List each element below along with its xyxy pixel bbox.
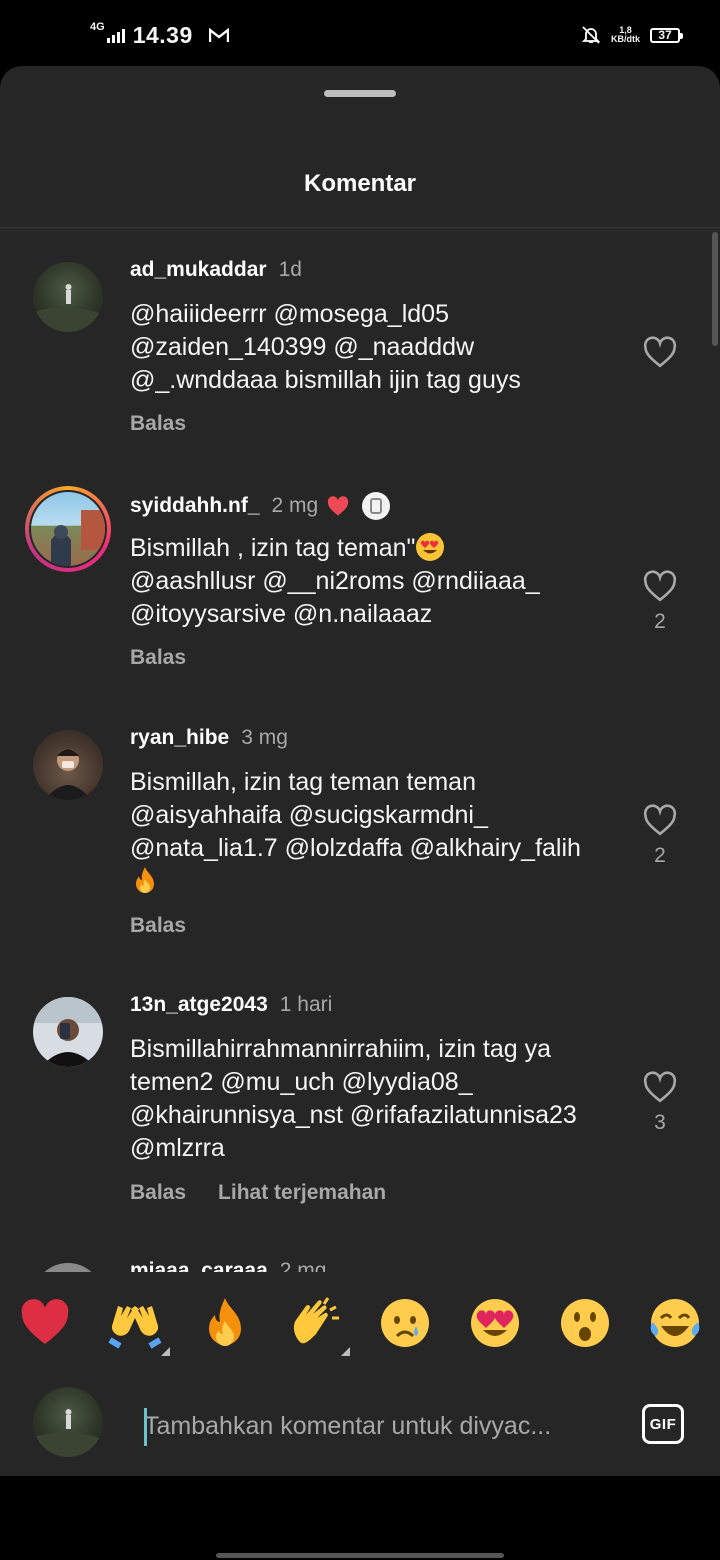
gif-button[interactable]: GIF (642, 1404, 684, 1444)
story-ring[interactable] (25, 486, 111, 572)
skin-tone-indicator (341, 1347, 350, 1356)
red-heart-emoji-icon[interactable] (18, 1296, 72, 1350)
creator-avatar-badge (362, 492, 391, 520)
sheet-title: Komentar (303, 170, 417, 197)
reply-button[interactable]: Balas (130, 1181, 186, 1205)
scrollbar[interactable] (712, 232, 718, 346)
system-navigation-bar (0, 1476, 720, 1560)
current-user-avatar (33, 1387, 103, 1457)
network-type: 4G (90, 21, 105, 33)
comment-text: Bismillahirrahmannirrahiim, izin tag ya … (130, 1035, 577, 1162)
comment-text: Bismillah, izin tag teman teman @aisyahh… (130, 766, 615, 898)
like-heart-icon[interactable] (642, 570, 678, 602)
home-gesture-pill[interactable] (216, 1553, 504, 1558)
heart-eyes-emoji-icon[interactable] (468, 1296, 522, 1350)
fire-emoji-icon (136, 867, 154, 893)
battery-icon: 37 (650, 27, 683, 43)
avatar[interactable] (31, 492, 105, 566)
avatar[interactable] (33, 1263, 103, 1272)
heart-eyes-emoji-icon (416, 533, 445, 561)
clapping-hands-emoji-icon[interactable] (288, 1296, 350, 1356)
clock: 14.39 (132, 22, 193, 48)
emoji-quick-bar (0, 1274, 720, 1374)
raising-hands-emoji-icon[interactable] (108, 1296, 170, 1356)
crying-face-emoji-icon[interactable] (378, 1296, 432, 1350)
text-cursor (144, 1408, 147, 1446)
surprised-face-emoji-icon[interactable] (558, 1296, 612, 1350)
comment-time: 3 mg (241, 726, 288, 749)
comment-time: 2 mg (279, 1259, 327, 1272)
comment-text: @haiiideerrr @mosega_ld05 @zaiden_140399… (130, 300, 521, 394)
like-heart-icon[interactable] (642, 1071, 678, 1103)
reply-button[interactable]: Balas (130, 914, 186, 938)
skin-tone-indicator (161, 1347, 170, 1356)
like-heart-icon[interactable] (642, 336, 678, 368)
like-count: 3 (654, 1111, 666, 1134)
creator-liked-heart-icon (328, 496, 349, 516)
avatar[interactable] (33, 997, 103, 1067)
comment-username[interactable]: syiddahh.nf_ (130, 494, 260, 518)
mute-bell-icon (581, 26, 601, 44)
network-speed: 1,8 KB/dtk (611, 25, 640, 44)
like-count: 2 (654, 844, 666, 867)
comment-username[interactable]: ad_mukaddar (130, 258, 267, 282)
fire-emoji-icon[interactable] (198, 1296, 252, 1350)
comment-composer: GIF (0, 1374, 720, 1476)
see-translation-button[interactable]: Lihat terjemahan (218, 1181, 386, 1205)
comment-list[interactable]: ad_mukaddar 1d @haiiideerrr @mosega_ld05… (0, 228, 720, 1272)
avatar[interactable] (33, 262, 103, 332)
reply-button[interactable]: Balas (130, 412, 186, 436)
comment-text: Bismillah , izin tag teman" @aashllusr @… (130, 533, 540, 628)
avatar[interactable] (33, 730, 103, 800)
gmail-icon (208, 28, 229, 42)
reply-button[interactable]: Balas (130, 646, 186, 670)
comment-username[interactable]: ryan_hibe (130, 726, 229, 750)
comment-username[interactable]: 13n_atge2043 (130, 993, 268, 1017)
comment-username[interactable]: miaaa_caraaa (130, 1259, 268, 1272)
comments-sheet: Komentar ad_mukaddar 1d @haiiideerrr @mo… (0, 66, 720, 1476)
like-heart-icon[interactable] (642, 804, 678, 836)
like-count: 2 (654, 610, 666, 633)
status-bar: 4G 14.39 1,8 KB/dtk 37 (0, 0, 720, 66)
comment-input[interactable] (144, 1404, 624, 1448)
comment-time: 2 mg (271, 494, 319, 517)
comment-time: 1 hari (279, 993, 333, 1016)
tears-of-joy-emoji-icon[interactable] (648, 1296, 702, 1350)
comment-time: 1d (278, 258, 302, 281)
signal-icon (106, 28, 125, 43)
sheet-drag-handle[interactable] (324, 90, 396, 97)
